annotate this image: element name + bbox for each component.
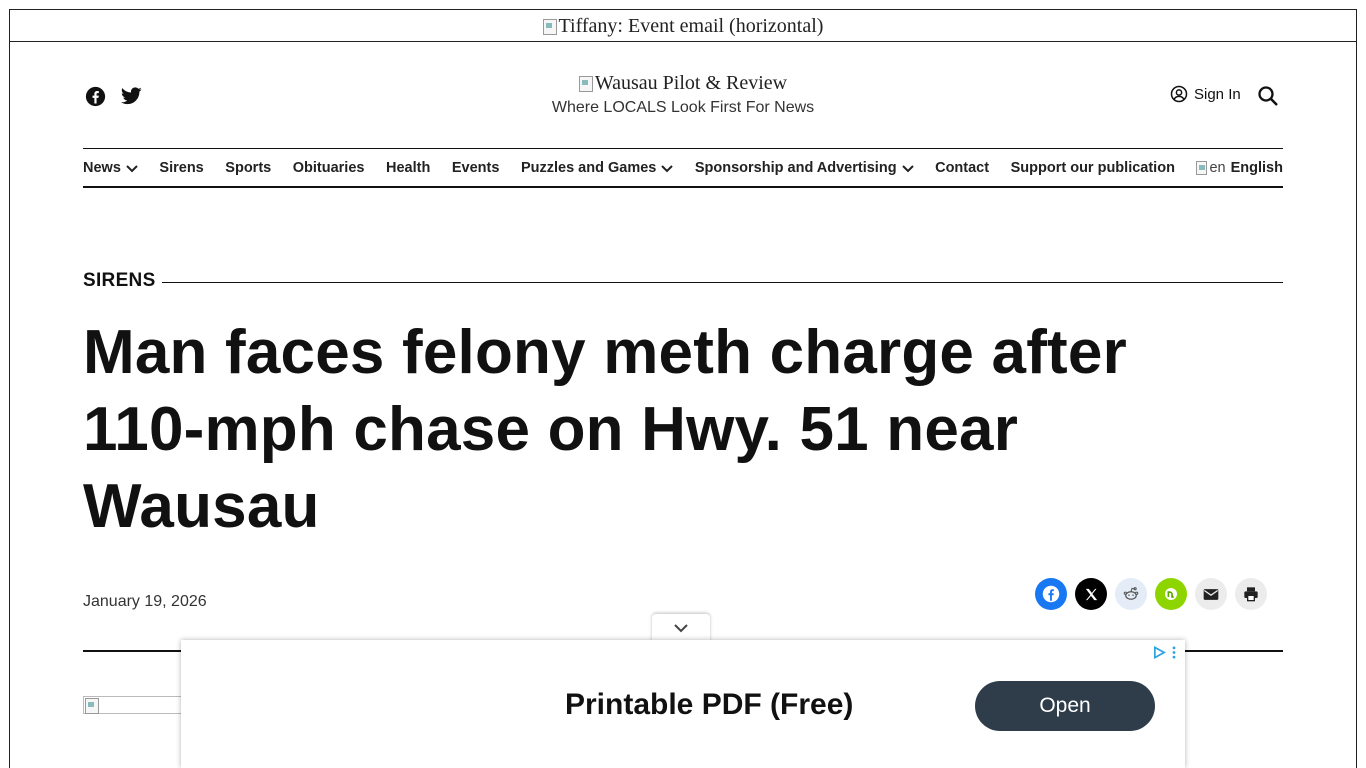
social-links xyxy=(84,85,142,107)
ad-headline: Printable PDF (Free) xyxy=(565,688,854,721)
user-icon xyxy=(1170,85,1188,103)
nav-item-news[interactable]: News xyxy=(83,160,138,176)
x-icon xyxy=(1085,588,1097,600)
main-nav: News Sirens Sports Obituaries Health Eve… xyxy=(83,148,1283,188)
share-buttons xyxy=(1035,578,1267,610)
nav-item-label: Sports xyxy=(225,159,272,176)
share-x-button[interactable] xyxy=(1075,578,1107,610)
section-label[interactable]: SIRENS xyxy=(83,270,156,292)
share-print-button[interactable] xyxy=(1235,578,1267,610)
nav-item-label: Events xyxy=(451,159,500,176)
chevron-down-icon xyxy=(901,164,914,172)
nav-item-label: Health xyxy=(386,159,431,176)
reddit-icon xyxy=(1123,587,1139,600)
search-icon xyxy=(1258,86,1278,106)
article-section: SIRENS xyxy=(83,270,1283,292)
site-tagline: Where LOCALS Look First For News xyxy=(551,99,815,116)
email-icon xyxy=(1203,588,1219,600)
broken-image-icon xyxy=(85,698,99,714)
nav-item-sirens[interactable]: Sirens xyxy=(159,160,203,176)
more-vertical-icon xyxy=(1172,646,1176,659)
chevron-down-icon xyxy=(674,624,688,633)
logo-alt-text: Wausau Pilot & Review xyxy=(594,72,788,94)
section-rule xyxy=(161,281,1283,283)
top-ad-banner[interactable]: Tiffany: Event email (horizontal) xyxy=(9,9,1357,42)
share-reddit-button[interactable] xyxy=(1115,578,1147,610)
nav-item-support-our-publication[interactable]: Support our publication xyxy=(1011,160,1175,176)
sign-in-link[interactable]: Sign In xyxy=(1170,85,1241,103)
nav-item-label: Puzzles and Games xyxy=(520,159,657,176)
site-branding: Wausau Pilot & Review Where LOCALS Look … xyxy=(483,72,883,117)
print-icon xyxy=(1244,587,1258,602)
facebook-icon[interactable] xyxy=(84,85,106,107)
nav-item-puzzles-and-games[interactable]: Puzzles and Games xyxy=(520,159,674,176)
nav-item-obituaries[interactable]: Obituaries xyxy=(293,160,365,176)
article-date: January 19, 2026 xyxy=(83,593,207,610)
broken-image-icon xyxy=(1196,160,1208,175)
collapse-ad-tab[interactable] xyxy=(652,614,710,642)
ad-choices[interactable] xyxy=(1153,646,1176,659)
article-headline: Man faces felony meth charge after 110-m… xyxy=(83,318,1127,541)
nav-item-health[interactable]: Health xyxy=(386,160,430,176)
twitter-icon[interactable] xyxy=(120,85,142,107)
search-button[interactable] xyxy=(1256,84,1280,113)
top-ad-image[interactable]: Tiffany: Event email (horizontal) xyxy=(542,10,824,38)
broken-image-icon xyxy=(578,75,593,92)
nav-item-label: Obituaries xyxy=(292,159,365,176)
nav-item-label: Support our publication xyxy=(1010,159,1175,176)
play-triangle-icon xyxy=(1154,646,1166,659)
site-logo[interactable]: Wausau Pilot & Review xyxy=(483,72,883,95)
language-flag: en xyxy=(1196,159,1226,176)
nav-item-sponsorship-and-advertising[interactable]: Sponsorship and Advertising xyxy=(695,160,914,176)
anchor-ad[interactable]: Printable PDF (Free) Open xyxy=(181,640,1185,768)
top-ad-alt-text: Tiffany: Event email (horizontal) xyxy=(558,15,824,37)
page-frame-right xyxy=(1356,42,1357,768)
language-label: English xyxy=(1230,159,1283,176)
nav-item-label: News xyxy=(83,159,121,176)
sign-in-label: Sign In xyxy=(1194,85,1241,103)
ad-open-button[interactable]: Open xyxy=(975,681,1155,731)
nav-item-label: Sponsorship and Advertising xyxy=(694,159,897,176)
nav-item-sports[interactable]: Sports xyxy=(225,160,271,176)
nav-item-events[interactable]: Events xyxy=(452,160,500,176)
nav-item-label: Contact xyxy=(935,159,990,176)
facebook-icon xyxy=(1042,585,1060,603)
page-frame-left xyxy=(9,42,10,768)
language-switcher[interactable]: en English xyxy=(1196,160,1283,176)
chevron-down-icon xyxy=(126,164,138,172)
share-email-button[interactable] xyxy=(1195,578,1227,610)
share-facebook-button[interactable] xyxy=(1035,578,1067,610)
language-flag-alt: en xyxy=(1209,159,1226,176)
broken-image-icon xyxy=(542,18,557,35)
featured-image xyxy=(83,696,183,714)
nextdoor-icon xyxy=(1165,588,1177,600)
share-nextdoor-button[interactable] xyxy=(1155,578,1187,610)
nav-item-contact[interactable]: Contact xyxy=(935,160,989,176)
nav-item-label: Sirens xyxy=(159,159,204,176)
chevron-down-icon xyxy=(661,164,674,172)
